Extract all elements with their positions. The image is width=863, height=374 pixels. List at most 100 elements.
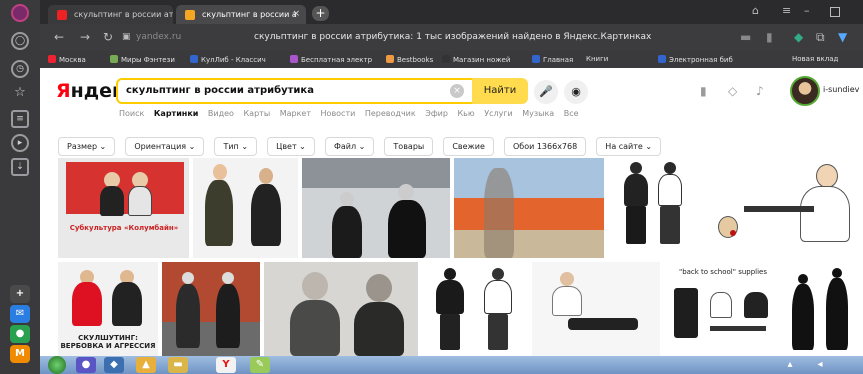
browser-logo-icon[interactable] — [11, 4, 29, 22]
filter-type[interactable]: Тип ⌄ — [214, 137, 258, 156]
avatar[interactable] — [790, 76, 820, 106]
sync-icon[interactable]: ⧉ — [816, 30, 825, 45]
result-image-1[interactable]: Субкультура «Колумбайн» — [58, 158, 189, 258]
taskbar-app-icon[interactable]: ✎ — [250, 357, 270, 373]
service-q[interactable]: Кью — [458, 109, 475, 118]
page-title: скульптинг в россии атрибутика: 1 тыс из… — [254, 32, 652, 42]
history-icon[interactable]: ◷ — [11, 60, 29, 78]
username[interactable]: i-sundiev — [823, 85, 859, 94]
result-image-5[interactable] — [608, 158, 700, 258]
menu-icon[interactable]: ≡ — [782, 4, 791, 17]
service-news[interactable]: Новости — [321, 109, 356, 118]
bookmark-item[interactable]: Миры Фэнтези — [110, 55, 175, 64]
taskbar-app-icon[interactable]: ▲ — [136, 357, 156, 373]
forward-icon[interactable]: → — [80, 30, 90, 44]
service-efir[interactable]: Эфир — [425, 109, 448, 118]
bookmark-item[interactable]: Магазин ножей — [442, 55, 510, 64]
service-all[interactable]: Все — [564, 109, 579, 118]
tray-icon[interactable]: ◂ — [810, 357, 830, 373]
messenger-app-icon[interactable]: ✉ — [10, 305, 30, 323]
result-image-7[interactable]: СКУЛШУТИНГ: ВЕРБОВКА И АГРЕССИЯ — [58, 262, 158, 356]
service-music[interactable]: Музыка — [522, 109, 554, 118]
service-market[interactable]: Маркет — [280, 109, 311, 118]
url-text[interactable]: yandex.ru — [136, 32, 181, 42]
result-image-4[interactable] — [454, 158, 604, 258]
find-button[interactable]: Найти — [472, 78, 528, 104]
result-image-10[interactable] — [422, 262, 528, 356]
result-image-3[interactable] — [302, 158, 450, 258]
greenapp-icon[interactable]: ● — [10, 325, 30, 343]
alice-icon[interactable]: ◯ — [11, 32, 29, 50]
back-icon[interactable]: ← — [54, 30, 64, 44]
bookmarks-icon[interactable]: ☆ — [11, 86, 29, 104]
folder-icon[interactable]: ▬ — [168, 357, 188, 373]
address-bar: ← → ↻ ▣ yandex.ru скульптинг в россии ат… — [40, 24, 863, 51]
result-image-9[interactable] — [264, 262, 418, 356]
downloads-bar-icon[interactable]: ▼ — [838, 30, 847, 44]
service-video[interactable]: Видео — [208, 109, 234, 118]
tab-label: скульптинг в россии а — [202, 10, 297, 19]
new-tab-button[interactable]: + — [312, 6, 329, 21]
bookmark-item[interactable]: Москва — [48, 55, 86, 64]
minimize-icon[interactable]: – — [804, 4, 810, 17]
bookmark-item[interactable]: КулЛиб - Классич — [190, 55, 266, 64]
shield-icon[interactable]: ◇ — [728, 84, 737, 98]
reload-icon[interactable]: ↻ — [103, 30, 113, 44]
service-translate[interactable]: Переводчик — [365, 109, 416, 118]
protect-icon[interactable]: ⌂ — [752, 4, 759, 17]
bookmark-page-icon[interactable]: ▮ — [766, 30, 773, 44]
add-app-icon[interactable]: + — [10, 285, 30, 303]
tab-strip: скульптинг в россии атр скульптинг в рос… — [40, 0, 863, 24]
filter-on-site[interactable]: На сайте ⌄ — [596, 137, 662, 156]
notes-icon[interactable]: ≡ — [11, 110, 29, 128]
result-image-8[interactable] — [162, 262, 260, 356]
search-box: скульптинг в россии атрибутика × Найти — [116, 78, 528, 104]
start-button[interactable] — [48, 356, 66, 374]
filter-size[interactable]: Размер ⌄ — [58, 137, 116, 156]
bookmark-item[interactable]: Бесплатная электр — [290, 55, 372, 64]
result-image-11[interactable] — [532, 262, 660, 356]
tab-label: скульптинг в россии атр — [74, 10, 173, 19]
collections-icon[interactable]: ▮ — [700, 84, 707, 98]
service-uslugi[interactable]: Услуги — [484, 109, 513, 118]
result-image-2[interactable] — [193, 158, 298, 258]
notification-bell-icon[interactable]: ♪ — [756, 84, 764, 98]
result-image-12[interactable]: "back to school" supplies — [664, 262, 782, 356]
search-input[interactable]: скульптинг в россии атрибутика — [126, 85, 314, 96]
voice-search-icon[interactable]: 🎤 — [534, 80, 558, 104]
tab-search-1[interactable]: скульптинг в россии атр — [48, 5, 173, 24]
filter-wallpapers[interactable]: Обои 1366x768 — [503, 137, 587, 156]
reader-icon[interactable]: ▬ — [740, 30, 751, 44]
extension-icon[interactable]: ◆ — [794, 30, 803, 44]
taskbar-app-icon[interactable]: ◆ — [104, 357, 124, 373]
yandex-favicon-icon — [57, 10, 67, 20]
service-search[interactable]: Поиск — [119, 109, 144, 118]
filters-bar: Размер ⌄ Ориентация ⌄ Тип ⌄ Цвет ⌄ Файл … — [58, 134, 666, 156]
filter-fresh[interactable]: Свежие — [443, 137, 494, 156]
image-search-icon[interactable]: ◉ — [564, 80, 588, 104]
close-tab-icon[interactable]: × — [292, 5, 300, 24]
play-icon[interactable]: ▸ — [11, 134, 29, 152]
tray-icon[interactable]: ▴ — [780, 357, 800, 373]
bookmark-item[interactable]: Bestbooks — [386, 55, 433, 64]
filter-file[interactable]: Файл ⌄ — [324, 137, 375, 156]
mail-app-icon[interactable]: M — [10, 345, 30, 363]
service-images[interactable]: Картинки — [154, 109, 198, 118]
bookmark-item[interactable]: Новая вклад — [792, 55, 838, 63]
result-image-6[interactable] — [704, 158, 863, 258]
filter-goods[interactable]: Товары — [384, 137, 434, 156]
image-caption: "back to school" supplies — [678, 268, 768, 276]
tab-search-2[interactable]: скульптинг в россии а × — [176, 5, 306, 24]
downloads-icon[interactable]: ⇣ — [11, 158, 29, 176]
yandex-browser-icon[interactable]: Y — [216, 357, 236, 373]
taskbar-app-icon[interactable]: ● — [76, 357, 96, 373]
bookmark-item[interactable]: Книги — [586, 55, 608, 63]
service-maps[interactable]: Карты — [244, 109, 271, 118]
maximize-icon[interactable] — [830, 7, 840, 17]
bookmark-item[interactable]: Электронная биб — [658, 55, 733, 64]
filter-orientation[interactable]: Ориентация ⌄ — [125, 137, 205, 156]
result-image-13[interactable] — [786, 262, 863, 356]
clear-search-icon[interactable]: × — [450, 84, 464, 98]
bookmark-item[interactable]: Главная — [532, 55, 573, 64]
filter-color[interactable]: Цвет ⌄ — [267, 137, 315, 156]
